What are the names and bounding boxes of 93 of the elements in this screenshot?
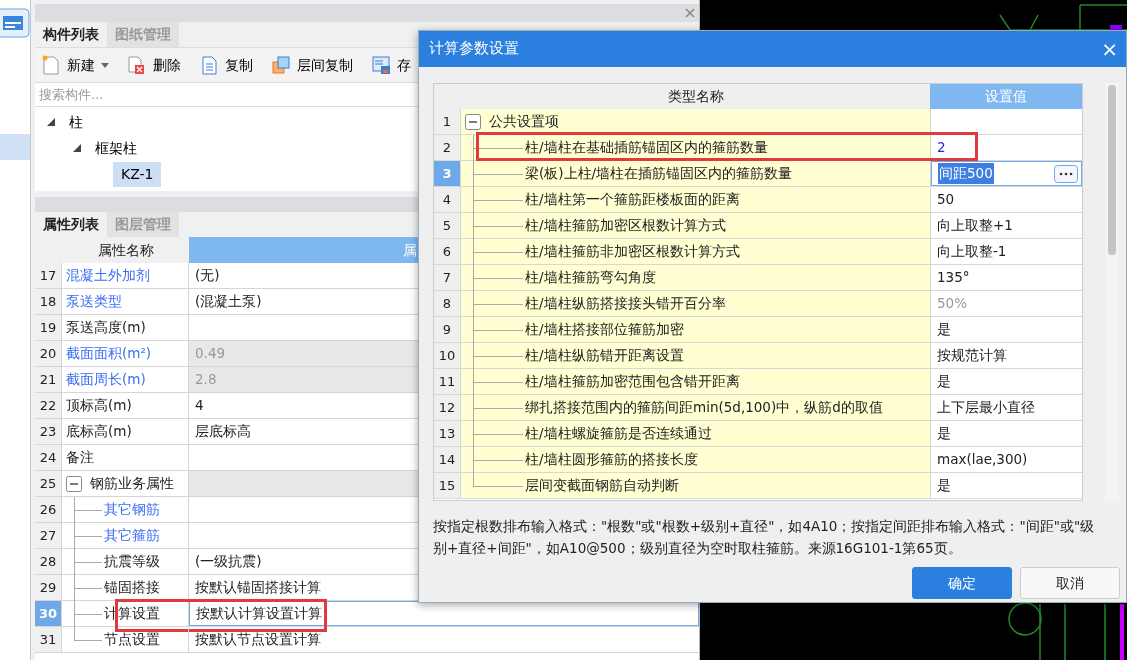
setting-name: 梁(板)上柱/墙柱在插筋锚固区内的箍筋数量 bbox=[525, 164, 793, 184]
row-number: 18 bbox=[35, 289, 62, 314]
setting-name: 柱/墙柱在基础插筋锚固区内的箍筋数量 bbox=[525, 138, 768, 158]
toolbar-button[interactable]: 存 bbox=[371, 54, 411, 76]
setting-value[interactable]: 是 bbox=[937, 423, 951, 444]
document-icon bbox=[41, 55, 61, 75]
property-name: 抗震等级 bbox=[104, 552, 160, 572]
row-number: 1 bbox=[434, 109, 461, 134]
row-number: 28 bbox=[35, 549, 62, 574]
property-name[interactable]: 混凝土外加剂 bbox=[66, 265, 150, 286]
setting-name: 柱/墙柱第一个箍筋距楼板面的距离 bbox=[525, 190, 740, 210]
setting-name: 公共设置项 bbox=[489, 112, 559, 132]
row-number: 20 bbox=[35, 341, 62, 366]
setting-value[interactable]: 向上取整+1 bbox=[937, 215, 1013, 236]
row-number: 27 bbox=[35, 523, 62, 548]
row-number: 17 bbox=[35, 263, 62, 288]
setting-name: 柱/墙柱箍筋弯勾角度 bbox=[525, 268, 656, 288]
setting-value[interactable]: max(lae,300) bbox=[937, 449, 1028, 470]
row-number: 15 bbox=[434, 473, 461, 498]
more-icon[interactable] bbox=[1054, 164, 1078, 183]
row-number: 6 bbox=[434, 239, 461, 264]
tree-item[interactable]: 框架柱 bbox=[87, 135, 145, 161]
setting-value[interactable]: 2 bbox=[937, 137, 946, 158]
row-number: 25 bbox=[35, 471, 62, 496]
property-name: 锚固搭接 bbox=[104, 578, 160, 598]
setting-name: 柱/墙柱纵筋搭接接头错开百分率 bbox=[525, 294, 726, 314]
cancel-button[interactable]: 取消 bbox=[1020, 567, 1120, 599]
row-number: 3 bbox=[434, 161, 461, 186]
row-number: 30 bbox=[35, 601, 62, 626]
close-button[interactable]: × bbox=[1101, 39, 1118, 59]
row-number: 26 bbox=[35, 497, 62, 522]
setting-value[interactable]: 是 bbox=[937, 319, 951, 340]
toolbar-button[interactable]: 层间复制 bbox=[271, 54, 353, 76]
help-text: 按指定根数排布输入格式："根数"或"根数+级别+直径"，如4A10；按指定间距排布输入格式："间距"或"级别+直径+间距"，如A10@500；级别直径为空时取柱箍筋。来源16G101-1第65页。 bbox=[433, 517, 1096, 558]
row-number: 31 bbox=[35, 627, 62, 652]
row-number: 10 bbox=[434, 343, 461, 368]
row-number: 19 bbox=[35, 315, 62, 340]
row-number: 22 bbox=[35, 393, 62, 418]
dialog-title: 计算参数设置 bbox=[429, 39, 519, 59]
column-header: 属性名称 bbox=[35, 237, 189, 263]
row-number: 8 bbox=[434, 291, 461, 316]
row-number: 12 bbox=[434, 395, 461, 420]
toolbar-button[interactable]: 复制 bbox=[199, 54, 253, 76]
row-number: 11 bbox=[434, 369, 461, 394]
row-number: 21 bbox=[35, 367, 62, 392]
column-header: 设置值 bbox=[930, 84, 1082, 109]
property-name: 钢筋业务属性 bbox=[90, 474, 174, 494]
row-number: 13 bbox=[434, 421, 461, 446]
setting-value[interactable]: 按规范计算 bbox=[937, 345, 1007, 366]
row-number: 24 bbox=[35, 445, 62, 470]
row-number: 29 bbox=[35, 575, 62, 600]
row-number: 5 bbox=[434, 213, 461, 238]
property-name: 节点设置 bbox=[104, 630, 160, 650]
toolbar-button[interactable]: 删除 bbox=[127, 54, 181, 76]
scrollbar-thumb[interactable] bbox=[1108, 85, 1116, 255]
setting-name: 柱/墙柱螺旋箍筋是否连续通过 bbox=[525, 424, 712, 444]
setting-value[interactable]: 135° bbox=[937, 267, 970, 288]
row-number: 9 bbox=[434, 317, 461, 342]
row-number: 7 bbox=[434, 265, 461, 290]
tree-item[interactable]: KZ-1 bbox=[113, 161, 162, 187]
setting-name: 层间变截面钢筋自动判断 bbox=[525, 476, 679, 496]
setting-value[interactable]: 是 bbox=[937, 371, 951, 392]
row-number: 2 bbox=[434, 135, 461, 160]
property-name: 顶标高(m) bbox=[66, 396, 132, 416]
setting-value[interactable]: 向上取整-1 bbox=[937, 241, 1007, 262]
value-field[interactable]: 间距500 bbox=[931, 161, 1082, 186]
toolbar-button[interactable]: 新建 bbox=[41, 54, 109, 76]
ok-button[interactable]: 确定 bbox=[912, 567, 1012, 599]
setting-value[interactable]: 50 bbox=[937, 189, 955, 210]
row-number: 14 bbox=[434, 447, 461, 472]
property-name: 底标高(m) bbox=[66, 422, 132, 442]
expand-icon[interactable] bbox=[73, 144, 81, 152]
tree-item[interactable]: 柱 bbox=[61, 109, 91, 135]
delete-icon bbox=[127, 55, 147, 75]
row-number: 23 bbox=[35, 419, 62, 444]
setting-value[interactable]: 上下层最小直径 bbox=[937, 397, 1035, 418]
close-icon[interactable] bbox=[685, 8, 695, 18]
setting-name: 柱/墙柱纵筋错开距离设置 bbox=[525, 346, 684, 366]
stacked-squares-icon bbox=[271, 55, 291, 75]
row-number: 4 bbox=[434, 187, 461, 212]
setting-value[interactable]: 是 bbox=[937, 475, 951, 496]
save-icon bbox=[371, 55, 391, 75]
setting-name: 绑扎搭接范围内的箍筋间距min(5d,100)中，纵筋d的取值 bbox=[525, 398, 883, 418]
expand-icon[interactable] bbox=[47, 118, 55, 126]
setting-name: 柱/墙柱圆形箍筋的搭接长度 bbox=[525, 450, 698, 470]
property-name: 备注 bbox=[66, 448, 94, 468]
copy-icon bbox=[199, 55, 219, 75]
window-icon[interactable] bbox=[0, 8, 30, 38]
collapse-icon[interactable] bbox=[465, 113, 481, 130]
property-name[interactable]: 泵送类型 bbox=[66, 291, 122, 312]
setting-name: 柱/墙柱搭接部位箍筋加密 bbox=[525, 320, 684, 340]
setting-name: 柱/墙柱箍筋加密区根数计算方式 bbox=[525, 216, 726, 236]
property-name: 泵送高度(m) bbox=[66, 318, 146, 338]
